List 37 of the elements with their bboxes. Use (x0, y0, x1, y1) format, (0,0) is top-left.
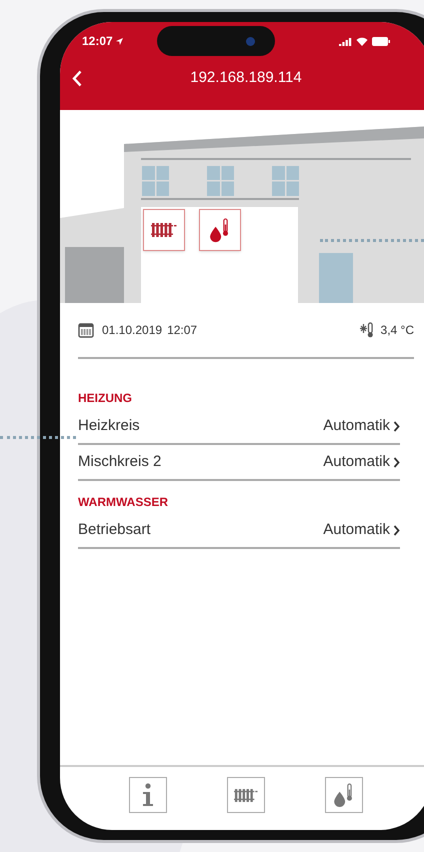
wifi-icon (356, 36, 368, 46)
drop-thermometer-icon (333, 783, 355, 807)
location-arrow-icon (116, 38, 123, 44)
section-title: HEIZUNG (78, 390, 133, 407)
chevron-right-icon (393, 420, 400, 432)
back-icon (72, 70, 82, 86)
section-title: WARMWASSER (78, 494, 169, 511)
settings-row[interactable]: Betriebsart Automatik (78, 513, 400, 549)
info-icon (141, 783, 155, 807)
tab-button[interactable] (325, 777, 363, 813)
row-label: Heizkreis (78, 416, 140, 436)
hot-water-tile[interactable] (199, 209, 241, 251)
settings-row[interactable]: Mischkreis 2 Automatik (78, 445, 400, 481)
row-value: Automatik (323, 452, 390, 472)
chevron-right-icon (393, 524, 400, 536)
row-value: Automatik (323, 520, 390, 540)
battery-icon (372, 36, 390, 46)
radiator-icon (151, 222, 177, 238)
tab-button[interactable] (227, 777, 265, 813)
radiator-tile[interactable] (143, 209, 185, 251)
calendar-icon (78, 322, 94, 338)
settings-row[interactable]: Heizkreis Automatik (78, 409, 400, 445)
tab-button[interactable] (129, 777, 167, 813)
chevron-right-icon (393, 456, 400, 468)
camera-icon (246, 36, 255, 46)
row-value: Automatik (323, 416, 390, 436)
date-text: 01.10.2019 (102, 322, 162, 339)
signal-icon (339, 36, 352, 46)
time-text: 12:07 (167, 322, 198, 339)
drop-thermometer-icon (209, 217, 231, 243)
radiator-icon (234, 788, 258, 802)
outdoor-temperature: 3,4 °C (380, 322, 414, 339)
row-label: Betriebsart (78, 520, 151, 540)
header-title: 192.168.189.114 (189, 68, 303, 88)
row-label: Mischkreis 2 (78, 452, 162, 472)
frost-thermometer-icon (358, 322, 375, 338)
status-time: 12:07 (82, 33, 113, 50)
